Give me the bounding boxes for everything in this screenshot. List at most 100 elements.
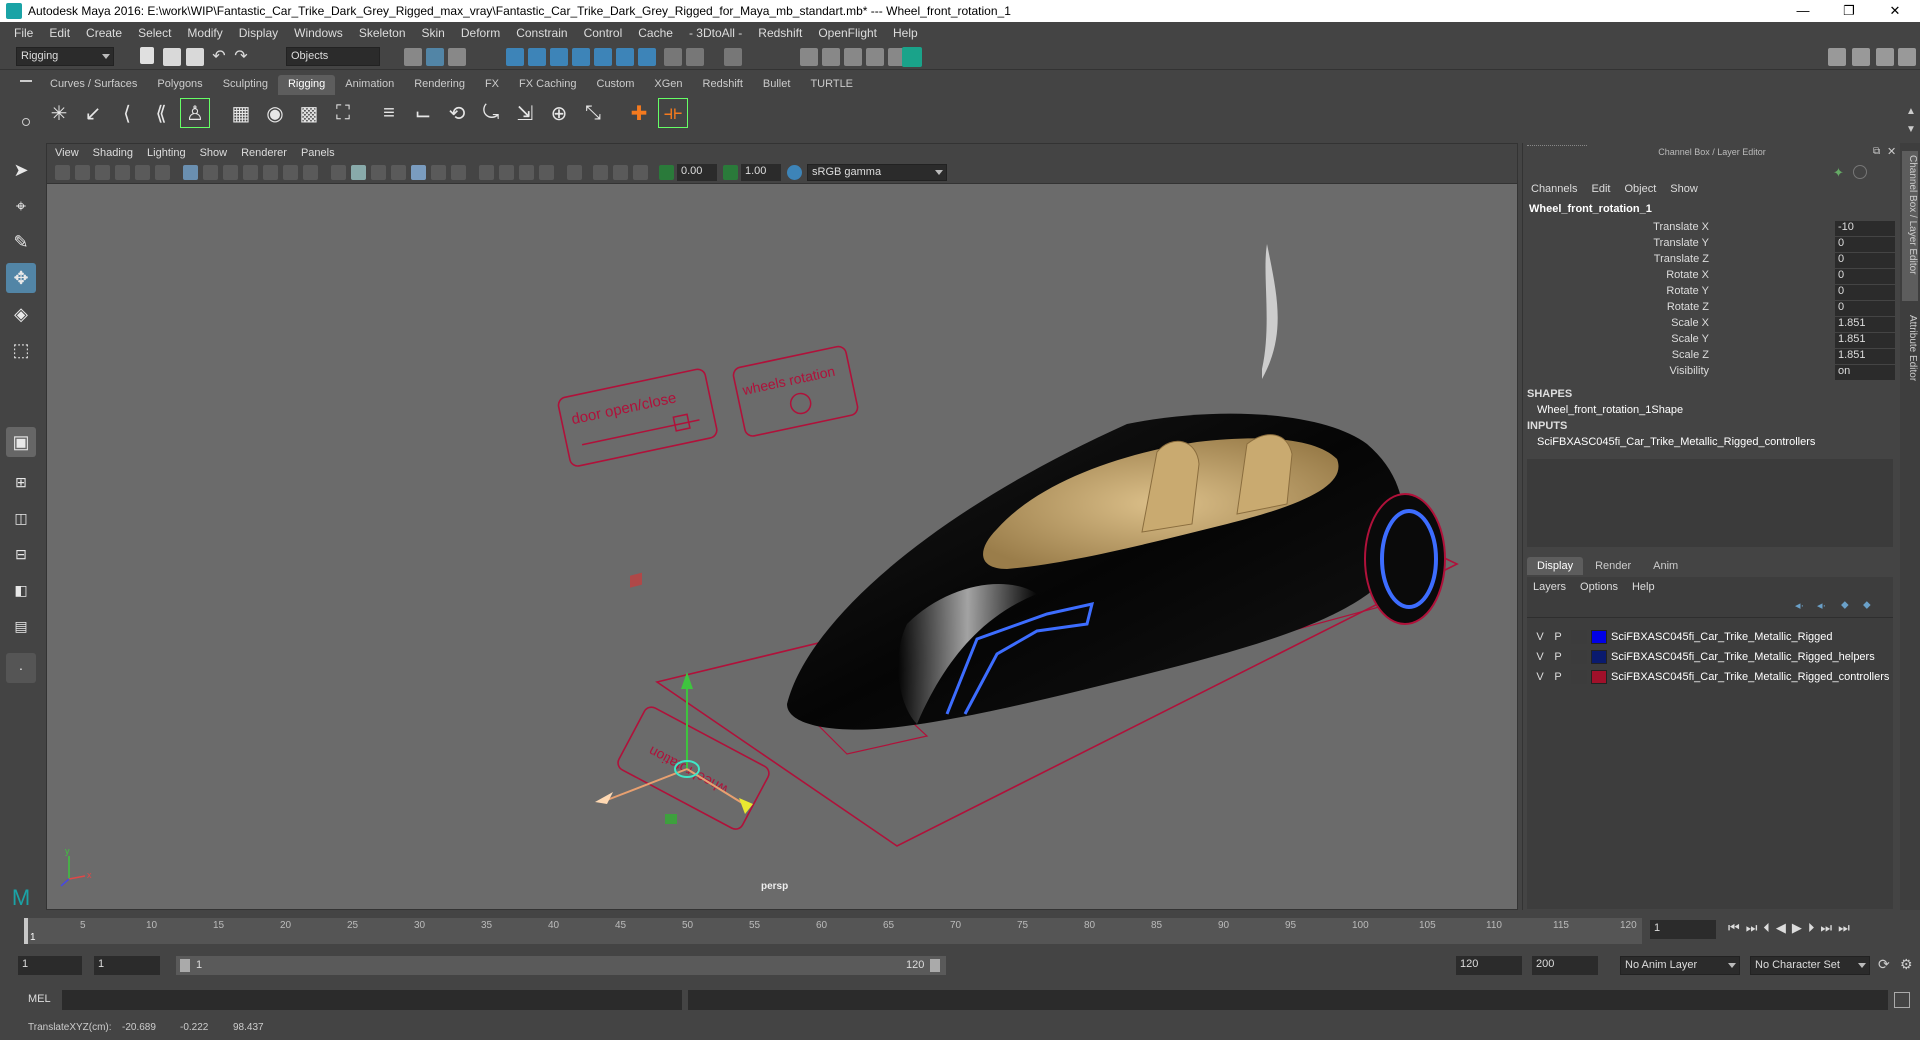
close-panel-icon[interactable]: ✕ bbox=[1887, 145, 1896, 158]
blend-shape-icon[interactable]: ≡ bbox=[374, 98, 404, 128]
tab-channel-box-layer-editor[interactable]: Channel Box / Layer Editor bbox=[1902, 151, 1918, 301]
shelf-options-icon[interactable] bbox=[22, 118, 30, 126]
step-back-key-icon[interactable]: ⏭ bbox=[1746, 920, 1758, 936]
new-layer-icon[interactable]: ⬥ bbox=[1841, 599, 1849, 612]
menu-windows[interactable]: Windows bbox=[286, 26, 351, 40]
wheel-rotation-controller[interactable]: wheel rotation bbox=[615, 704, 771, 832]
maximize-button[interactable]: ❐ bbox=[1826, 0, 1872, 22]
mode-selector[interactable]: Rigging bbox=[16, 47, 114, 66]
manipulator-icon[interactable]: ✦ bbox=[1833, 165, 1844, 181]
open-scene-icon[interactable] bbox=[163, 48, 181, 66]
channel-value[interactable]: 0 bbox=[1835, 237, 1895, 252]
animation-end-field[interactable]: 200 bbox=[1532, 956, 1598, 975]
menu-control[interactable]: Control bbox=[576, 26, 631, 40]
persp-graph-layout-icon[interactable]: ⊟ bbox=[6, 539, 36, 569]
redshift-render-icon[interactable] bbox=[902, 47, 922, 67]
range-end-handle[interactable] bbox=[930, 959, 940, 972]
step-forward-frame-icon[interactable]: ⏵ bbox=[1808, 920, 1815, 936]
snap-projected-icon[interactable] bbox=[572, 48, 590, 66]
move-manipulator[interactable] bbox=[595, 572, 753, 909]
tab-animation[interactable]: Animation bbox=[335, 75, 404, 95]
channel-value[interactable]: 0 bbox=[1835, 301, 1895, 316]
undo-icon[interactable]: ↶ bbox=[210, 48, 228, 66]
single-view-layout-icon[interactable]: ▣ bbox=[6, 427, 36, 457]
layer-type-toggle[interactable] bbox=[1571, 650, 1587, 664]
layer-name[interactable]: SciFBXASC045fi_Car_Trike_Metallic_Rigged… bbox=[1611, 651, 1875, 663]
move-tool-icon[interactable]: ✥ bbox=[6, 263, 36, 293]
select-by-hierarchy-icon[interactable] bbox=[404, 48, 422, 66]
cb-menu-show[interactable]: Show bbox=[1670, 183, 1698, 195]
four-view-layout-icon[interactable]: ⊞ bbox=[6, 467, 36, 497]
vp-menu-shading[interactable]: Shading bbox=[93, 147, 143, 159]
layer-type-toggle[interactable] bbox=[1571, 670, 1587, 684]
selection-mask-dropdown[interactable]: Objects bbox=[286, 47, 380, 66]
float-panel-icon[interactable]: ⧉ bbox=[1873, 146, 1880, 157]
step-forward-key-icon[interactable]: ⏭ bbox=[1820, 920, 1832, 936]
bind-skin-icon[interactable]: ▦ bbox=[226, 98, 256, 128]
render-settings-icon[interactable] bbox=[866, 48, 884, 66]
channel-value[interactable]: 0 bbox=[1835, 253, 1895, 268]
exposure-icon[interactable] bbox=[659, 165, 674, 180]
move-layer-down-icon[interactable]: ◂· bbox=[1817, 599, 1826, 612]
render-current-icon[interactable] bbox=[822, 48, 840, 66]
shelf-scroll-down-icon[interactable]: ▼ bbox=[1896, 114, 1920, 144]
layer-row[interactable]: V P SciFBXASC045fi_Car_Trike_Metallic_Ri… bbox=[1531, 667, 1897, 687]
panel-grip-icon[interactable] bbox=[1527, 145, 1587, 149]
menu-skin[interactable]: Skin bbox=[414, 26, 453, 40]
wireframe-icon[interactable] bbox=[331, 165, 346, 180]
camera-select-icon[interactable] bbox=[55, 165, 70, 180]
channel-box-toggle-icon[interactable] bbox=[1898, 48, 1916, 66]
tab-redshift[interactable]: Redshift bbox=[693, 75, 753, 95]
layer-menu-options[interactable]: Options bbox=[1580, 581, 1618, 593]
locator-icon[interactable]: ✚ bbox=[624, 98, 654, 128]
go-to-start-icon[interactable]: ⏮ bbox=[1728, 920, 1740, 936]
menu-modify[interactable]: Modify bbox=[179, 26, 230, 40]
locator-rig-icon[interactable]: ⟛ bbox=[658, 98, 688, 128]
gate-mask-icon[interactable] bbox=[243, 165, 258, 180]
channel-row[interactable]: Translate Y 0 bbox=[1523, 237, 1901, 253]
layer-row[interactable]: V P SciFBXASC045fi_Car_Trike_Metallic_Ri… bbox=[1531, 627, 1897, 647]
channel-value[interactable]: 1.851 bbox=[1835, 317, 1895, 332]
tab-rigging[interactable]: Rigging bbox=[277, 75, 336, 95]
use-all-lights-icon[interactable] bbox=[431, 165, 446, 180]
menu-file[interactable]: File bbox=[6, 26, 41, 40]
layer-playback-toggle[interactable]: P bbox=[1549, 651, 1567, 663]
default-material-icon[interactable] bbox=[371, 165, 386, 180]
menu-openflight[interactable]: OpenFlight bbox=[810, 26, 885, 40]
tab-fx[interactable]: FX bbox=[475, 75, 509, 95]
depth-of-field-icon[interactable] bbox=[539, 165, 554, 180]
ipr-render-icon[interactable] bbox=[844, 48, 862, 66]
layer-visibility-toggle[interactable]: V bbox=[1531, 671, 1549, 683]
animation-start-field[interactable]: 1 bbox=[18, 956, 82, 975]
layer-playback-toggle[interactable]: P bbox=[1549, 671, 1567, 683]
create-joints-icon[interactable]: ✳ bbox=[44, 98, 74, 128]
view-transform-dropdown[interactable]: sRGB gamma bbox=[807, 164, 947, 181]
shape-node-name[interactable]: Wheel_front_rotation_1Shape bbox=[1537, 404, 1683, 416]
rotate-tool-icon[interactable]: ◈ bbox=[6, 299, 36, 329]
pole-vector-icon[interactable]: ⤡ bbox=[578, 98, 608, 128]
channel-value[interactable]: -10 bbox=[1835, 221, 1895, 236]
layer-visibility-toggle[interactable]: V bbox=[1531, 651, 1549, 663]
tab-custom[interactable]: Custom bbox=[587, 75, 645, 95]
menu-display[interactable]: Display bbox=[231, 26, 286, 40]
ik-spline-icon[interactable]: ⟪ bbox=[146, 98, 176, 128]
tab-fx-caching[interactable]: FX Caching bbox=[509, 75, 586, 95]
character-set-dropdown[interactable]: No Character Set bbox=[1750, 956, 1870, 975]
layer-color-swatch[interactable] bbox=[1591, 670, 1607, 684]
exposure-field[interactable]: 0.00 bbox=[677, 164, 717, 181]
select-tool-icon[interactable]: ➤ bbox=[6, 155, 36, 185]
current-time-indicator[interactable] bbox=[24, 918, 28, 944]
layer-color-swatch[interactable] bbox=[1591, 650, 1607, 664]
range-start-handle[interactable] bbox=[180, 959, 190, 972]
scale-tool-icon[interactable]: ⬚ bbox=[6, 335, 36, 365]
layer-name[interactable]: SciFBXASC045fi_Car_Trike_Metallic_Rigged… bbox=[1611, 671, 1889, 683]
tab-display[interactable]: Display bbox=[1527, 557, 1584, 575]
channel-row[interactable]: Rotate Z 0 bbox=[1523, 301, 1901, 317]
snap-view-icon[interactable] bbox=[638, 48, 656, 66]
tab-curves-surfaces[interactable]: Curves / Surfaces bbox=[40, 75, 147, 95]
parent-constraint-icon[interactable]: ⊕ bbox=[544, 98, 574, 128]
vp-menu-view[interactable]: View bbox=[55, 147, 89, 159]
menu-3dtoall[interactable]: - 3DtoAll - bbox=[681, 26, 750, 40]
construction-history-icon[interactable] bbox=[724, 48, 742, 66]
menu-deform[interactable]: Deform bbox=[453, 26, 508, 40]
